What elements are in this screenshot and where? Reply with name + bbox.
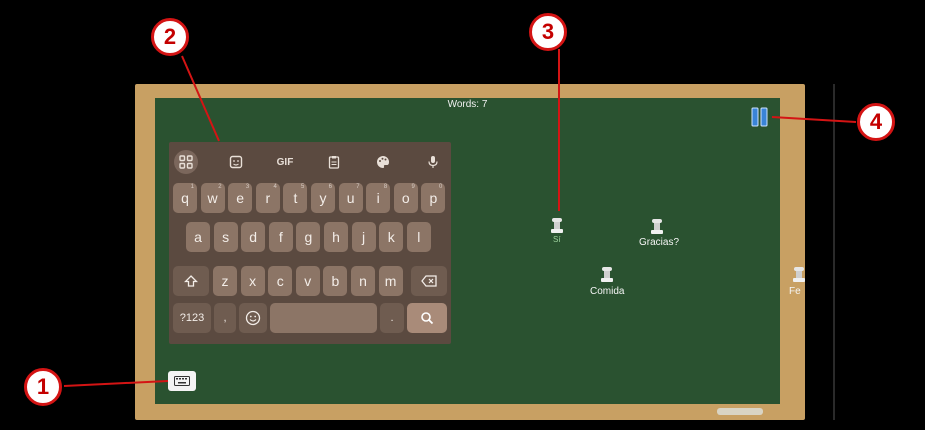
key-l[interactable]: l	[406, 222, 431, 252]
word-pin-icon[interactable]	[551, 218, 563, 234]
word-pin-icon[interactable]	[793, 267, 805, 283]
key-label: m	[384, 273, 397, 289]
key-e[interactable]: e3	[228, 183, 253, 213]
key-label: s	[222, 229, 230, 245]
key-label: d	[249, 229, 258, 245]
shift-key[interactable]	[173, 266, 209, 296]
word-label-gracias[interactable]: Gracias?	[639, 237, 679, 248]
key-label: c	[276, 273, 284, 289]
key-label: n	[359, 273, 367, 289]
key-j[interactable]: j	[351, 222, 376, 252]
key-label: h	[332, 229, 340, 245]
keyboard-toolbar: GIF	[169, 146, 451, 178]
key-label: j	[362, 229, 366, 245]
period-key[interactable]: .	[380, 303, 404, 333]
vertical-divider	[833, 84, 835, 420]
key-hint: 4	[273, 184, 277, 190]
key-label: o	[401, 190, 410, 206]
key-hint: 7	[356, 184, 360, 190]
symbols-key[interactable]: ?123	[173, 303, 211, 333]
key-w[interactable]: w2	[200, 183, 225, 213]
key-label: e	[236, 190, 245, 206]
key-x[interactable]: x	[240, 266, 265, 296]
key-label: g	[304, 229, 313, 245]
apps-grid-icon[interactable]	[174, 150, 198, 174]
key-label: w	[207, 190, 218, 206]
key-a[interactable]: a	[186, 222, 210, 252]
key-i[interactable]: i8	[366, 183, 391, 213]
key-hint: 9	[411, 184, 415, 190]
key-label: l	[417, 229, 421, 245]
key-label: i	[376, 190, 380, 206]
key-label: z	[221, 273, 229, 289]
key-label: p	[429, 190, 438, 206]
emoji-key[interactable]	[239, 303, 267, 333]
books-icon[interactable]	[750, 107, 770, 127]
gif-button[interactable]: GIF	[273, 150, 297, 174]
search-key[interactable]	[407, 303, 447, 333]
key-hint: 8	[383, 184, 388, 190]
key-z[interactable]: z	[213, 266, 237, 296]
key-c[interactable]: c	[268, 266, 293, 296]
word-count: Words: 7	[447, 99, 488, 110]
callout-4: 4	[857, 103, 895, 141]
key-hint: 3	[245, 184, 250, 190]
key-t[interactable]: t5	[283, 183, 308, 213]
key-p[interactable]: p0	[421, 183, 446, 213]
key-f[interactable]: f	[268, 222, 293, 252]
word-pin-icon[interactable]	[651, 219, 663, 235]
callout-3: 3	[529, 13, 567, 51]
on-screen-keyboard: GIF q1w2e3r4t5y6u7i8o9p0 asdfghjkl zxcvb…	[169, 142, 451, 344]
key-hint: 2	[218, 184, 222, 190]
word-label-si[interactable]: Sí	[553, 235, 561, 244]
key-v[interactable]: v	[295, 266, 320, 296]
key-label: v	[304, 273, 312, 289]
key-label: f	[278, 229, 283, 245]
key-label: r	[265, 190, 271, 206]
word-pin-icon[interactable]	[601, 267, 613, 283]
key-s[interactable]: s	[213, 222, 238, 252]
key-label: x	[249, 273, 257, 289]
key-g[interactable]: g	[296, 222, 321, 252]
word-label-partial[interactable]: Fe	[789, 286, 805, 297]
key-hint: 5	[301, 184, 305, 190]
clipboard-icon[interactable]	[322, 150, 346, 174]
keyboard-toggle-button[interactable]	[168, 371, 196, 391]
key-m[interactable]: m	[378, 266, 403, 296]
key-r[interactable]: r4	[255, 183, 280, 213]
keyboard-icon	[174, 376, 190, 386]
key-label: y	[319, 190, 327, 206]
key-k[interactable]: k	[379, 222, 404, 252]
palette-icon[interactable]	[371, 150, 395, 174]
key-u[interactable]: u7	[338, 183, 363, 213]
key-n[interactable]: n	[351, 266, 375, 296]
key-q[interactable]: q1	[173, 183, 197, 213]
key-hint: 0	[439, 184, 443, 190]
key-label: u	[346, 190, 355, 206]
backspace-key[interactable]	[411, 266, 447, 296]
sticker-icon[interactable]	[224, 150, 248, 174]
word-label-comida[interactable]: Comida	[590, 286, 624, 297]
key-o[interactable]: o9	[393, 183, 418, 213]
key-b[interactable]: b	[323, 266, 348, 296]
callout-1: 1	[24, 368, 62, 406]
key-label: t	[293, 190, 298, 206]
callout-2: 2	[151, 18, 189, 56]
key-hint: 6	[328, 184, 332, 190]
chalk-eraser	[717, 408, 763, 415]
key-hint: 1	[190, 184, 194, 190]
key-label: q	[181, 190, 189, 206]
key-label: a	[194, 229, 202, 245]
key-y[interactable]: y6	[311, 183, 335, 213]
key-d[interactable]: d	[241, 222, 266, 252]
key-label: k	[387, 229, 395, 245]
space-bar[interactable]	[270, 303, 377, 333]
comma-key[interactable]: ,	[214, 303, 236, 333]
mic-icon[interactable]	[421, 150, 445, 174]
key-label: b	[331, 273, 340, 289]
key-h[interactable]: h	[324, 222, 348, 252]
